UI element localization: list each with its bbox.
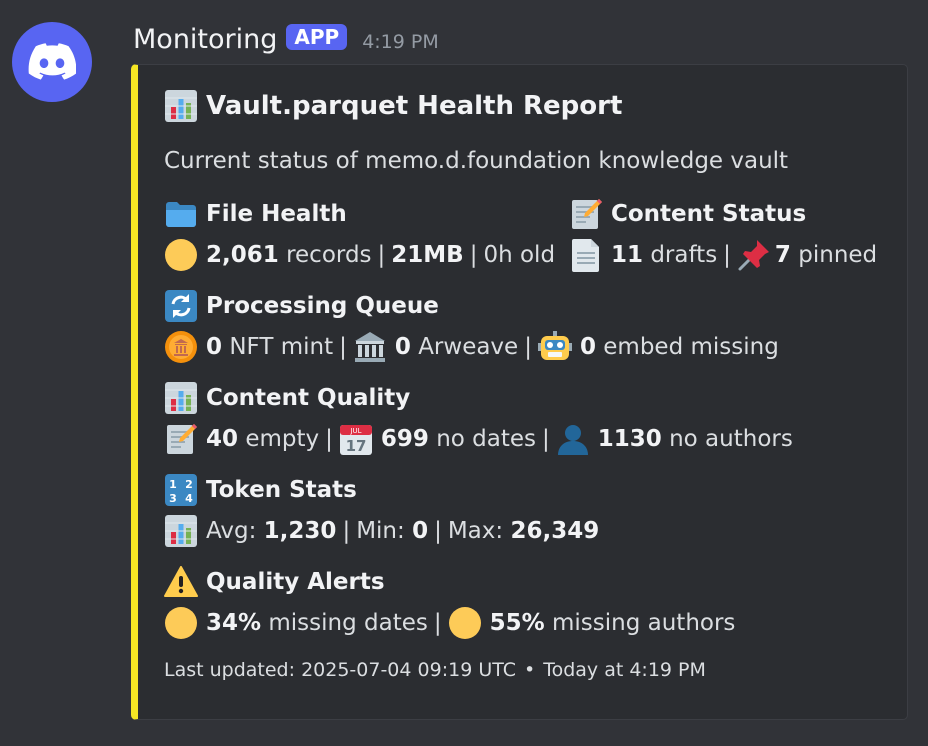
coin-icon (164, 330, 198, 364)
bar-chart-icon (164, 381, 198, 415)
field-token-stats-name: 1234 Token Stats (164, 473, 357, 507)
field-processing-queue-name: Processing Queue (164, 289, 439, 323)
field-content-status-name: Content Status (569, 197, 806, 231)
footer-text: Last updated: 2025-07-04 09:19 UTC (164, 659, 516, 681)
bar-chart-icon (164, 514, 198, 548)
page-icon (569, 238, 603, 272)
svg-text:JUL: JUL (349, 427, 361, 435)
embed-card: Vault.parquet Health Report Current stat… (131, 64, 908, 720)
svg-text:17: 17 (345, 437, 366, 455)
field-content-quality-value: 40 empty | JUL 17 699 no dates | 1130 no au… (164, 422, 793, 456)
classical-building-icon (353, 330, 387, 364)
warning-icon (164, 565, 198, 599)
draft-count: 11 (611, 242, 644, 268)
yellow-circle-icon (164, 606, 198, 640)
field-content-quality-name: Content Quality (164, 381, 410, 415)
field-quality-alerts-value: 34% missing dates | 55% missing authors (164, 606, 735, 640)
record-count: 2,061 (206, 242, 279, 268)
folder-icon (164, 197, 198, 231)
svg-text:3: 3 (169, 492, 177, 505)
svg-text:4: 4 (185, 492, 193, 505)
refresh-icon (164, 289, 198, 323)
field-file-health-value: 2,061 records | 21MB | 0h old (164, 238, 555, 272)
field-content-status-value: 11 drafts | 7 pinned (569, 238, 877, 272)
message-header: Monitoring APP 4:19 PM (133, 20, 439, 58)
numbers-icon: 1234 (164, 473, 198, 507)
embed-title-row: Vault.parquet Health Report (164, 89, 622, 123)
field-file-health-name: File Health (164, 197, 347, 231)
footer-timestamp: Today at 4:19 PM (543, 659, 706, 681)
calendar-icon: JUL 17 (339, 422, 373, 456)
chat-message: Monitoring APP 4:19 PM Vault.parquet Hea… (0, 0, 928, 746)
user-silhouette-icon (556, 422, 590, 456)
file-age: 0h old (483, 242, 556, 268)
memo-icon (164, 422, 198, 456)
bar-chart-icon (164, 89, 198, 123)
yellow-circle-icon (448, 606, 482, 640)
embed-description: Current status of memo.d.foundation know… (164, 148, 789, 174)
field-token-stats-value: Avg: 1,230 | Min: 0 | Max: 26,349 (164, 514, 599, 548)
embed-footer: Last updated: 2025-07-04 09:19 UTC • Tod… (164, 659, 706, 681)
robot-icon (537, 330, 572, 364)
discord-logo-icon (28, 43, 76, 80)
embed-title: Vault.parquet Health Report (206, 91, 623, 121)
app-badge: APP (286, 24, 348, 50)
yellow-circle-icon (164, 238, 198, 272)
message-timestamp[interactable]: 4:19 PM (362, 31, 439, 53)
footer-separator: • (523, 659, 536, 681)
pinned-count: 7 (774, 242, 791, 268)
pushpin-icon (737, 238, 771, 272)
svg-text:1: 1 (169, 478, 177, 491)
svg-text:2: 2 (185, 478, 193, 491)
field-processing-queue-value: 0 NFT mint | 0 Arweave | 0 embed missing (164, 330, 779, 364)
username[interactable]: Monitoring (133, 24, 277, 55)
memo-icon (569, 197, 603, 231)
field-quality-alerts-name: Quality Alerts (164, 565, 385, 599)
bot-avatar[interactable] (12, 22, 92, 102)
file-size: 21MB (391, 242, 464, 268)
